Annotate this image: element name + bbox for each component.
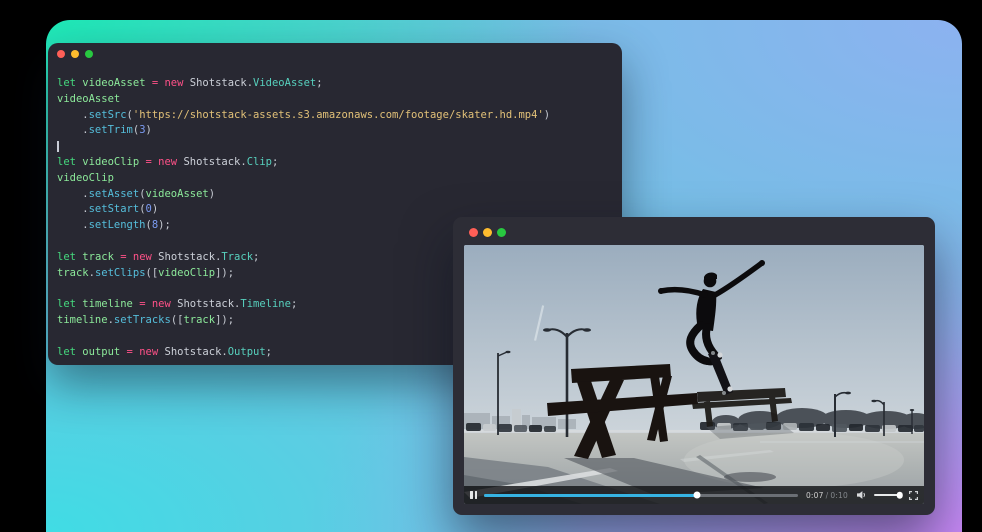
- video-player-window: 0:07/0:10: [453, 217, 935, 515]
- code-line: [57, 139, 616, 155]
- skater-video-frame: [464, 245, 924, 504]
- code-line: videoAsset: [57, 92, 616, 108]
- code-line: .setStart(0): [57, 202, 616, 218]
- window-traffic-lights: [469, 228, 506, 237]
- zoom-window-icon[interactable]: [85, 50, 93, 58]
- speaker-icon[interactable]: [856, 490, 867, 500]
- skater-shadow: [724, 472, 776, 482]
- hero-graphic: let videoAsset = new Shotstack.VideoAsse…: [0, 0, 982, 532]
- lot-line-distant: [760, 441, 924, 443]
- time-current: 0:07: [806, 491, 824, 500]
- volume-slider[interactable]: [874, 494, 902, 496]
- window-traffic-lights: [57, 50, 93, 58]
- close-window-icon[interactable]: [469, 228, 478, 237]
- video-viewport[interactable]: 0:07/0:10: [464, 245, 924, 504]
- code-line: .setAsset(videoAsset): [57, 187, 616, 203]
- time-display: 0:07/0:10: [805, 491, 849, 500]
- video-controls-bar: 0:07/0:10: [464, 486, 924, 504]
- volume-handle[interactable]: [897, 492, 904, 499]
- code-line: videoClip: [57, 171, 616, 187]
- pause-icon[interactable]: [470, 491, 477, 499]
- code-line: let videoClip = new Shotstack.Clip;: [57, 155, 616, 171]
- minimize-window-icon[interactable]: [483, 228, 492, 237]
- progress-fill: [484, 494, 697, 497]
- time-separator: /: [826, 491, 829, 500]
- time-duration: 0:10: [830, 491, 848, 500]
- code-line: .setSrc('https://shotstack-assets.s3.ama…: [57, 108, 616, 124]
- fullscreen-icon[interactable]: [909, 491, 918, 500]
- code-line: .setTrim(3): [57, 123, 616, 139]
- zoom-window-icon[interactable]: [497, 228, 506, 237]
- code-line: let videoAsset = new Shotstack.VideoAsse…: [57, 76, 616, 92]
- close-window-icon[interactable]: [57, 50, 65, 58]
- minimize-window-icon[interactable]: [71, 50, 79, 58]
- progress-handle[interactable]: [694, 492, 701, 499]
- progress-bar[interactable]: [484, 494, 798, 497]
- text-cursor: [57, 141, 59, 152]
